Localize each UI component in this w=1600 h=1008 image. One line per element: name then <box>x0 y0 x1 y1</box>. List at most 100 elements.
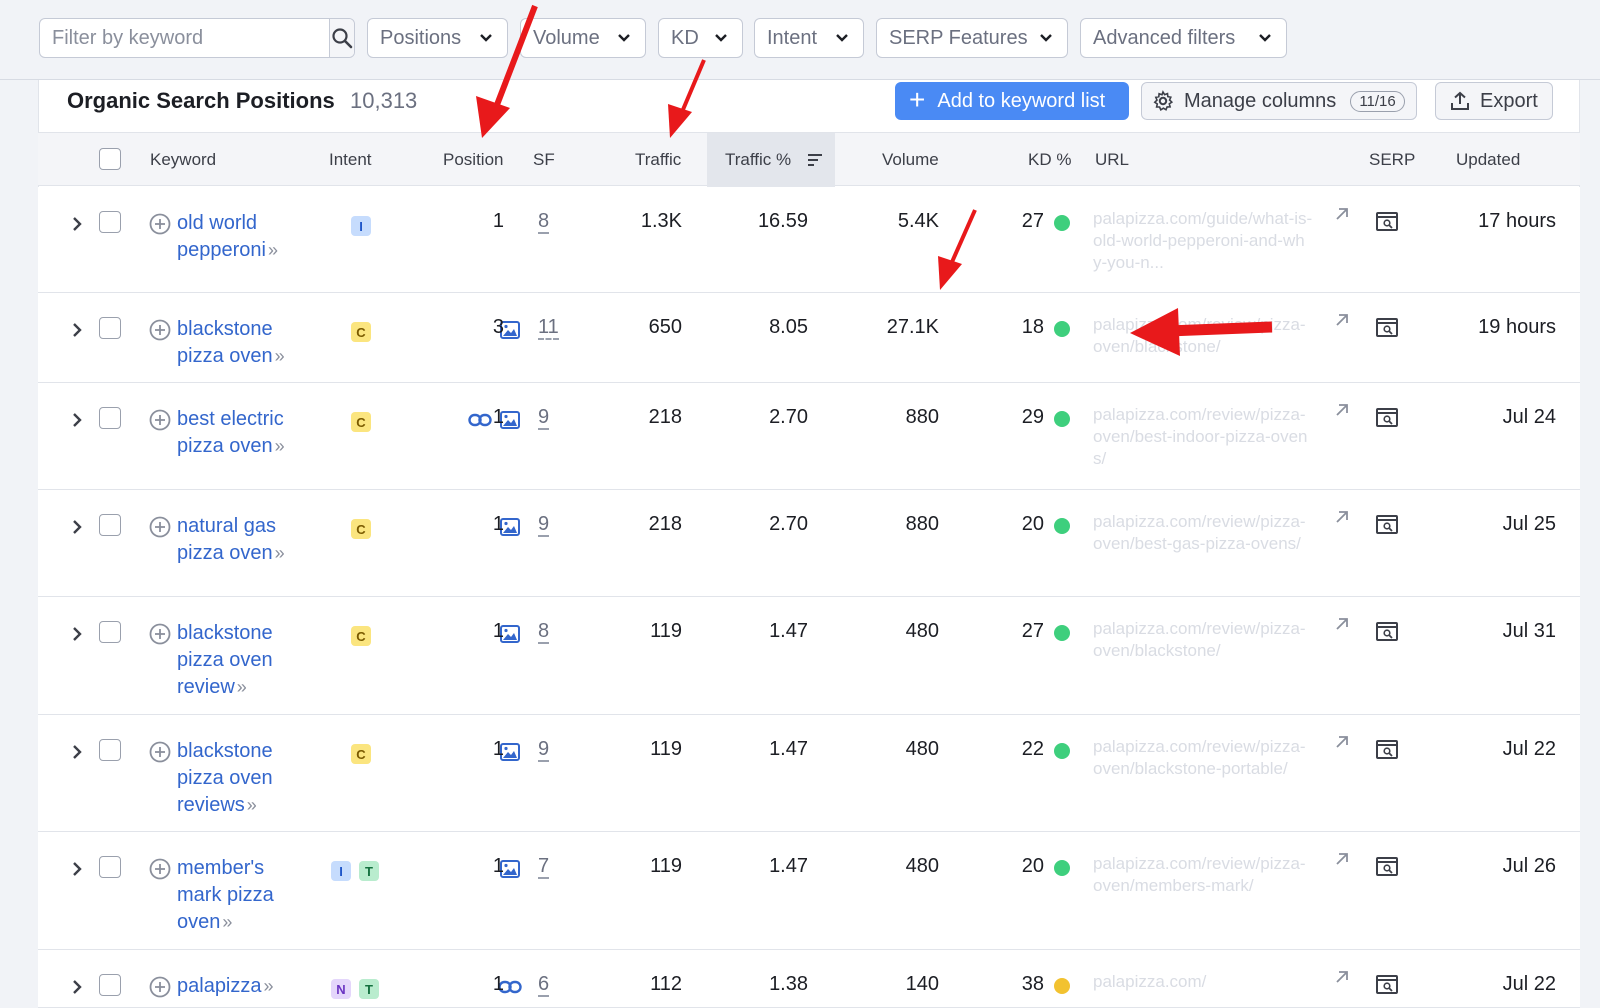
serp-snapshot-icon[interactable] <box>1375 211 1399 233</box>
ranking-url[interactable]: palapizza.com/guide/what-is-old-world-pe… <box>1093 208 1313 274</box>
row-checkbox[interactable] <box>99 317 121 339</box>
col-traffic-pct[interactable]: Traffic % <box>725 133 791 187</box>
double-chevron-icon[interactable]: » <box>237 677 247 697</box>
expand-row-icon[interactable] <box>70 978 84 996</box>
expand-row-icon[interactable] <box>70 215 84 233</box>
add-keyword-icon[interactable] <box>149 319 171 341</box>
serp-snapshot-icon[interactable] <box>1375 317 1399 339</box>
double-chevron-icon[interactable]: » <box>275 436 285 456</box>
add-keyword-icon[interactable] <box>149 976 171 998</box>
expand-row-icon[interactable] <box>70 625 84 643</box>
search-button[interactable] <box>329 19 354 57</box>
serp-snapshot-icon[interactable] <box>1375 739 1399 761</box>
sf-count[interactable]: 11 <box>538 316 559 340</box>
sf-count[interactable]: 7 <box>538 855 550 879</box>
external-link-icon[interactable] <box>1333 970 1349 986</box>
sf-count[interactable]: 6 <box>538 973 550 997</box>
col-volume[interactable]: Volume <box>882 133 939 187</box>
select-all-checkbox[interactable] <box>99 148 121 170</box>
serp-snapshot-icon[interactable] <box>1375 621 1399 643</box>
sf-count[interactable]: 8 <box>538 620 550 644</box>
double-chevron-icon[interactable]: » <box>275 346 285 366</box>
row-checkbox[interactable] <box>99 856 121 878</box>
col-kd[interactable]: KD % <box>1028 133 1071 187</box>
row-checkbox[interactable] <box>99 621 121 643</box>
keyword-link[interactable]: blackstone pizza oven reviews» <box>177 738 307 819</box>
volume-dropdown[interactable]: Volume <box>520 18 646 58</box>
expand-row-icon[interactable] <box>70 743 84 761</box>
serp-snapshot-icon[interactable] <box>1375 407 1399 429</box>
keyword-link[interactable]: old world pepperoni» <box>177 210 307 264</box>
col-updated[interactable]: Updated <box>1456 133 1520 187</box>
intent-dropdown[interactable]: Intent <box>754 18 864 58</box>
kd-dropdown[interactable]: KD <box>658 18 743 58</box>
external-link-icon[interactable] <box>1333 852 1349 868</box>
add-keyword-icon[interactable] <box>149 858 171 880</box>
col-keyword[interactable]: Keyword <box>150 133 216 187</box>
double-chevron-icon[interactable]: » <box>247 795 257 815</box>
kd-difficulty-dot <box>1054 321 1070 337</box>
row-checkbox[interactable] <box>99 514 121 536</box>
col-position[interactable]: Position <box>443 133 503 187</box>
row-checkbox[interactable] <box>99 974 121 996</box>
double-chevron-icon[interactable]: » <box>275 543 285 563</box>
expand-row-icon[interactable] <box>70 321 84 339</box>
external-link-icon[interactable] <box>1333 510 1349 526</box>
ranking-url[interactable]: palapizza.com/review/pizza-oven/blacksto… <box>1093 736 1313 780</box>
serp-snapshot-icon[interactable] <box>1375 514 1399 536</box>
col-sf[interactable]: SF <box>533 133 555 187</box>
ranking-url[interactable]: palapizza.com/review/pizza-oven/best-gas… <box>1093 511 1313 555</box>
add-keyword-icon[interactable] <box>149 409 171 431</box>
ranking-url[interactable]: palapizza.com/review/pizza-oven/best-ind… <box>1093 404 1313 470</box>
volume-value: 480 <box>905 620 939 642</box>
expand-row-icon[interactable] <box>70 860 84 878</box>
double-chevron-icon[interactable]: » <box>268 240 278 260</box>
keyword-link[interactable]: natural gas pizza oven» <box>177 513 307 567</box>
external-link-icon[interactable] <box>1333 735 1349 751</box>
manage-columns-button[interactable]: Manage columns 11/16 <box>1141 82 1417 120</box>
double-chevron-icon[interactable]: » <box>264 976 274 996</box>
col-url[interactable]: URL <box>1095 133 1129 187</box>
keyword-link[interactable]: blackstone pizza oven» <box>177 316 307 370</box>
external-link-icon[interactable] <box>1333 403 1349 419</box>
ranking-url[interactable]: palapizza.com/ <box>1093 971 1313 993</box>
row-checkbox[interactable] <box>99 739 121 761</box>
advanced-filters-dropdown[interactable]: Advanced filters <box>1080 18 1287 58</box>
keyword-link[interactable]: palapizza» <box>177 973 307 1000</box>
keyword-line: mark pizza <box>177 884 274 906</box>
columns-count-badge: 11/16 <box>1350 90 1405 112</box>
ranking-url[interactable]: palapizza.com/review/pizza-oven/blacksto… <box>1093 314 1313 358</box>
sort-icon[interactable] <box>806 151 824 169</box>
filter-keyword-input[interactable] <box>40 19 329 57</box>
sf-count[interactable]: 8 <box>538 210 550 234</box>
sf-count[interactable]: 9 <box>538 513 550 537</box>
keyword-link[interactable]: blackstone pizza oven review» <box>177 620 307 701</box>
keyword-link[interactable]: best electric pizza oven» <box>177 406 307 460</box>
row-checkbox[interactable] <box>99 211 121 233</box>
ranking-url[interactable]: palapizza.com/review/pizza-oven/members-… <box>1093 853 1313 897</box>
serp-snapshot-icon[interactable] <box>1375 856 1399 878</box>
serp-snapshot-icon[interactable] <box>1375 974 1399 996</box>
external-link-icon[interactable] <box>1333 207 1349 223</box>
sf-count[interactable]: 9 <box>538 406 550 430</box>
external-link-icon[interactable] <box>1333 617 1349 633</box>
add-keyword-icon[interactable] <box>149 213 171 235</box>
expand-row-icon[interactable] <box>70 518 84 536</box>
row-checkbox[interactable] <box>99 407 121 429</box>
col-serp[interactable]: SERP <box>1369 133 1415 187</box>
expand-row-icon[interactable] <box>70 411 84 429</box>
export-button[interactable]: Export <box>1435 82 1553 120</box>
double-chevron-icon[interactable]: » <box>222 912 232 932</box>
col-intent[interactable]: Intent <box>329 133 372 187</box>
keyword-link[interactable]: member's mark pizza oven» <box>177 855 307 936</box>
external-link-icon[interactable] <box>1333 313 1349 329</box>
add-to-keyword-list-button[interactable]: + Add to keyword list <box>895 82 1129 120</box>
col-traffic[interactable]: Traffic <box>635 133 681 187</box>
ranking-url[interactable]: palapizza.com/review/pizza-oven/blacksto… <box>1093 618 1313 662</box>
add-keyword-icon[interactable] <box>149 741 171 763</box>
serp-features-dropdown[interactable]: SERP Features <box>876 18 1068 58</box>
add-keyword-icon[interactable] <box>149 623 171 645</box>
sf-count[interactable]: 9 <box>538 738 550 762</box>
positions-dropdown[interactable]: Positions <box>367 18 508 58</box>
add-keyword-icon[interactable] <box>149 516 171 538</box>
